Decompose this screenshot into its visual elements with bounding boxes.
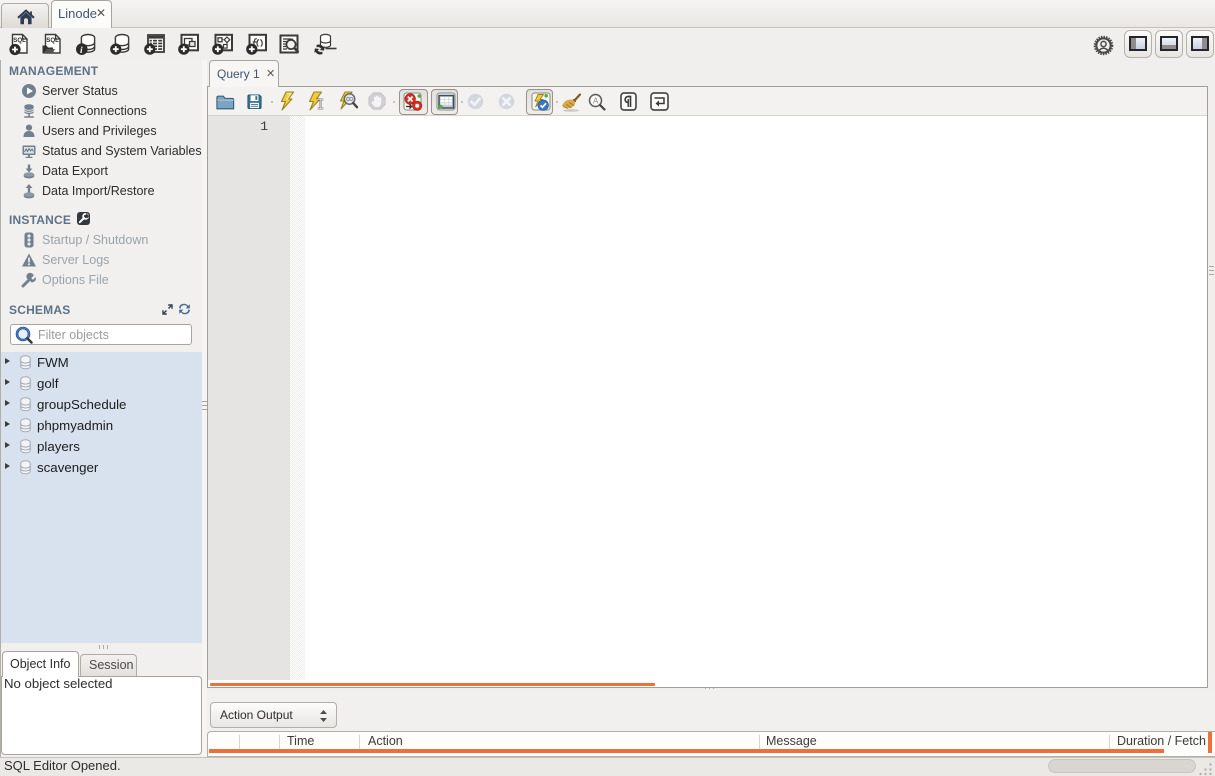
svg-text:i: i	[80, 46, 83, 56]
svg-text:A: A	[593, 97, 599, 106]
svg-text:SQL: SQL	[13, 37, 26, 44]
svg-text:SQL: SQL	[46, 37, 59, 44]
